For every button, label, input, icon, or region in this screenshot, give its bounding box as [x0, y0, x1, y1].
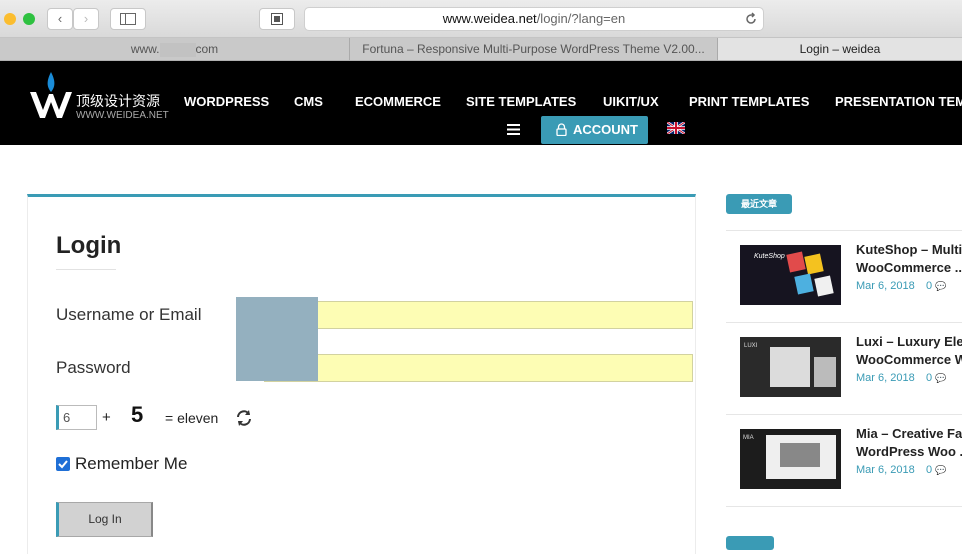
- nav-item-presentation-templates[interactable]: PRESENTATION TEMP: [835, 94, 962, 109]
- login-button-label: Log In: [88, 512, 122, 526]
- thumb-logo: LUXI: [744, 343, 758, 349]
- nav-item-ecommerce[interactable]: ECOMMERCE: [355, 94, 441, 109]
- thumb-card: [794, 273, 814, 295]
- tab-title: Login – weidea: [799, 42, 881, 56]
- tab-bar: www. com Fortuna – Responsive Multi-Purpo…: [0, 38, 962, 61]
- post-title-line2: WooCommerce ..: [856, 260, 962, 275]
- redacted-block: [236, 297, 318, 381]
- post-title[interactable]: Luxi – Luxury Eleg WooCommerce Wo: [856, 333, 962, 369]
- tab-fortuna[interactable]: Fortuna – Responsive Multi-Purpose WordP…: [350, 38, 718, 60]
- chevron-left-icon: ‹: [57, 11, 63, 26]
- post-title-line2: WordPress Woo ..: [856, 444, 962, 459]
- comment-count-value: 0: [926, 464, 933, 476]
- captcha-plus: +: [102, 409, 111, 426]
- post-date: Mar 6, 2018: [856, 372, 915, 384]
- reader-icon: [271, 13, 283, 25]
- tab-title-suffix: com: [195, 42, 219, 56]
- username-label: Username or Email: [56, 305, 202, 324]
- logo-title: 顶级设计资源: [76, 93, 160, 109]
- post-title-line1: Luxi – Luxury Eleg: [856, 334, 962, 349]
- forward-button[interactable]: ›: [73, 8, 99, 30]
- nav-item-cms[interactable]: CMS: [294, 94, 323, 109]
- checkmark-icon: [58, 460, 68, 469]
- post-title-line2: WooCommerce Wo: [856, 352, 962, 367]
- sidebar-next-badge: [726, 536, 774, 550]
- comment-count[interactable]: 0 💬: [926, 464, 946, 476]
- username-input[interactable]: [264, 301, 693, 329]
- nav-item-uikit[interactable]: UIKIT/UX: [603, 94, 659, 109]
- chevron-right-icon: ›: [83, 11, 89, 26]
- reload-icon[interactable]: [744, 12, 758, 26]
- address-bar[interactable]: www.weidea.net/login/?lang=en: [304, 7, 764, 31]
- url-path: /login/?lang=en: [536, 11, 626, 26]
- title-underline: [56, 269, 116, 270]
- url-domain: www.weidea.net: [442, 11, 537, 26]
- post-thumbnail[interactable]: KuteShop: [740, 245, 841, 305]
- uk-flag-icon[interactable]: [667, 122, 685, 134]
- reader-button[interactable]: [259, 8, 295, 30]
- list-item[interactable]: MIA Mia – Creative Fas WordPress Woo .. M…: [726, 414, 962, 507]
- list-item[interactable]: LUXI Luxi – Luxury Eleg WooCommerce Wo Ma…: [726, 322, 962, 415]
- tab-title-prefix: www.: [130, 42, 160, 56]
- thumb-logo: MIA: [743, 435, 754, 441]
- comment-count[interactable]: 0 💬: [926, 372, 946, 384]
- tab-redacted[interactable]: www. com: [0, 38, 350, 60]
- page-title: Login: [56, 232, 122, 259]
- login-button[interactable]: Log In: [56, 502, 153, 537]
- logo-subtitle: WWW.WEIDEA.NET: [76, 110, 169, 121]
- comment-count-value: 0: [926, 372, 933, 384]
- post-title-line1: KuteShop – Multip: [856, 242, 962, 257]
- thumb-screen: [780, 443, 820, 467]
- site-logo[interactable]: 顶级设计资源 WWW.WEIDEA.NET: [28, 70, 169, 121]
- refresh-captcha-icon[interactable]: [235, 409, 253, 427]
- minimize-window-button[interactable]: [4, 13, 16, 25]
- tab-title: Fortuna – Responsive Multi-Purpose WordP…: [362, 42, 705, 56]
- captcha-equation: = eleven: [165, 410, 219, 426]
- sidebar-heading: 最近文章: [740, 199, 777, 209]
- comment-count-value: 0: [926, 280, 933, 292]
- post-title[interactable]: KuteShop – Multip WooCommerce ..: [856, 241, 962, 277]
- thumb-screen: [770, 347, 810, 387]
- menu-hamburger-icon[interactable]: [507, 124, 520, 135]
- sidebar-icon: [120, 13, 136, 25]
- comments-icon: 💬: [935, 373, 947, 383]
- sidebar-toggle-button[interactable]: [110, 8, 146, 30]
- tab-login[interactable]: Login – weidea: [718, 38, 962, 60]
- nav-item-site-templates[interactable]: SITE TEMPLATES: [466, 94, 576, 109]
- account-button[interactable]: ACCOUNT: [541, 116, 648, 144]
- thumb-card: [786, 251, 806, 273]
- captcha-number: 5: [131, 402, 144, 427]
- post-date: Mar 6, 2018: [856, 280, 915, 292]
- site-header: 顶级设计资源 WWW.WEIDEA.NET WORDPRESS CMS ECOM…: [0, 61, 962, 145]
- sidebar-heading-badge: 最近文章: [726, 194, 792, 214]
- back-button[interactable]: ‹: [47, 8, 73, 30]
- captcha-input[interactable]: [56, 405, 97, 430]
- thumb-card: [804, 253, 824, 275]
- list-item[interactable]: KuteShop KuteShop – Multip WooCommerce ..…: [726, 230, 962, 323]
- password-input[interactable]: [264, 354, 693, 382]
- maximize-window-button[interactable]: [23, 13, 35, 25]
- redacted-block: [159, 42, 196, 57]
- lock-icon: [556, 123, 567, 136]
- remember-me-label: Remember Me: [75, 454, 188, 473]
- remember-me-checkbox[interactable]: [56, 457, 70, 471]
- nav-item-wordpress[interactable]: WORDPRESS: [184, 94, 269, 109]
- comments-icon: 💬: [935, 465, 947, 475]
- post-title[interactable]: Mia – Creative Fas WordPress Woo ..: [856, 425, 962, 461]
- logo-mark-icon: [30, 72, 72, 118]
- post-title-line1: Mia – Creative Fas: [856, 426, 962, 441]
- post-thumbnail[interactable]: MIA: [740, 429, 841, 489]
- thumb-logo: KuteShop: [754, 253, 785, 260]
- comment-count[interactable]: 0 💬: [926, 280, 946, 292]
- password-label: Password: [56, 358, 131, 377]
- post-thumbnail[interactable]: LUXI: [740, 337, 841, 397]
- nav-item-print-templates[interactable]: PRINT TEMPLATES: [689, 94, 809, 109]
- comments-icon: 💬: [935, 281, 947, 291]
- browser-toolbar: ‹ › www.weidea.net/login/?lang=en: [0, 0, 962, 38]
- post-date: Mar 6, 2018: [856, 464, 915, 476]
- account-label: ACCOUNT: [573, 122, 638, 137]
- thumb-screen: [814, 357, 836, 387]
- login-panel: Login Username or Email Password + 5 = e…: [27, 194, 696, 554]
- thumb-card: [814, 275, 834, 297]
